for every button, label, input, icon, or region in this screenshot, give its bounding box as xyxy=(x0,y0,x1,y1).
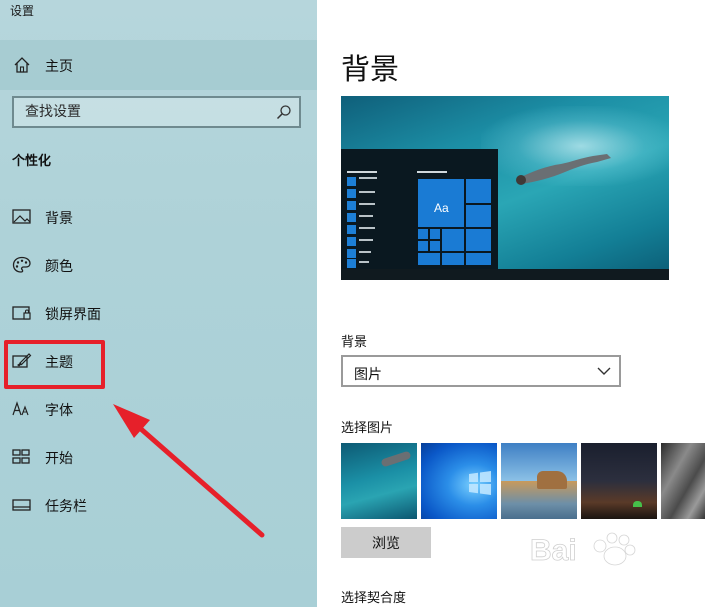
thumbnail-underwater[interactable] xyxy=(341,443,417,519)
preview-tile: Aa xyxy=(417,178,465,228)
search-icon[interactable] xyxy=(276,104,292,120)
preview-start-menu: Aa xyxy=(341,149,498,269)
home-icon xyxy=(14,57,30,73)
highlight-box xyxy=(4,340,105,389)
font-icon xyxy=(12,401,29,416)
background-label: 背景 xyxy=(341,335,368,350)
chevron-down-icon xyxy=(597,367,611,375)
sidebar: 设置 主页 个性化 背景 颜色 xyxy=(0,0,317,607)
sidebar-item-lock-screen[interactable]: 锁屏界面 xyxy=(0,290,317,336)
background-dropdown-value: 图片 xyxy=(354,367,382,383)
sidebar-item-label: 任务栏 xyxy=(45,499,87,515)
swimmer-image xyxy=(516,154,611,185)
sidebar-item-colors[interactable]: 颜色 xyxy=(0,242,317,288)
image-icon xyxy=(12,209,31,224)
sidebar-item-label: 字体 xyxy=(45,403,73,419)
palette-icon xyxy=(12,256,31,273)
sidebar-item-label: 锁屏界面 xyxy=(45,307,101,323)
app-title: 设置 xyxy=(10,4,35,18)
sidebar-item-home[interactable]: 主页 xyxy=(0,40,317,90)
search-input[interactable] xyxy=(14,98,264,126)
windows-logo-icon xyxy=(469,471,491,495)
sidebar-item-label: 背景 xyxy=(45,211,73,227)
background-dropdown[interactable]: 图片 xyxy=(341,355,621,387)
browse-button[interactable]: 浏览 xyxy=(341,527,431,558)
sidebar-item-fonts[interactable]: 字体 xyxy=(0,386,317,432)
thumbnail-beach[interactable] xyxy=(501,443,577,519)
page-title: 背景 xyxy=(341,52,400,86)
sidebar-item-label: 颜色 xyxy=(45,259,73,275)
search-box[interactable] xyxy=(12,96,301,128)
background-preview: Aa xyxy=(341,96,669,280)
choose-fit-label: 选择契合度 xyxy=(341,591,407,606)
start-grid-icon xyxy=(12,449,30,464)
lock-screen-icon xyxy=(12,306,31,320)
sidebar-item-start[interactable]: 开始 xyxy=(0,434,317,480)
sidebar-item-background[interactable]: 背景 xyxy=(0,194,317,240)
taskbar-icon xyxy=(12,499,31,511)
main-content: 背景 Aa 背景 图片 选择图片 浏览 选择契合度 xyxy=(317,0,705,607)
thumbnail-rock[interactable] xyxy=(661,443,705,519)
thumbnail-night-sky[interactable] xyxy=(581,443,657,519)
choose-picture-label: 选择图片 xyxy=(341,421,394,436)
thumbnail-windows[interactable] xyxy=(421,443,497,519)
sidebar-item-taskbar[interactable]: 任务栏 xyxy=(0,482,317,528)
preview-taskbar xyxy=(341,269,669,280)
home-label: 主页 xyxy=(45,59,73,75)
sidebar-item-label: 开始 xyxy=(45,451,73,467)
section-title: 个性化 xyxy=(12,154,52,169)
picture-thumbnails xyxy=(341,443,705,519)
